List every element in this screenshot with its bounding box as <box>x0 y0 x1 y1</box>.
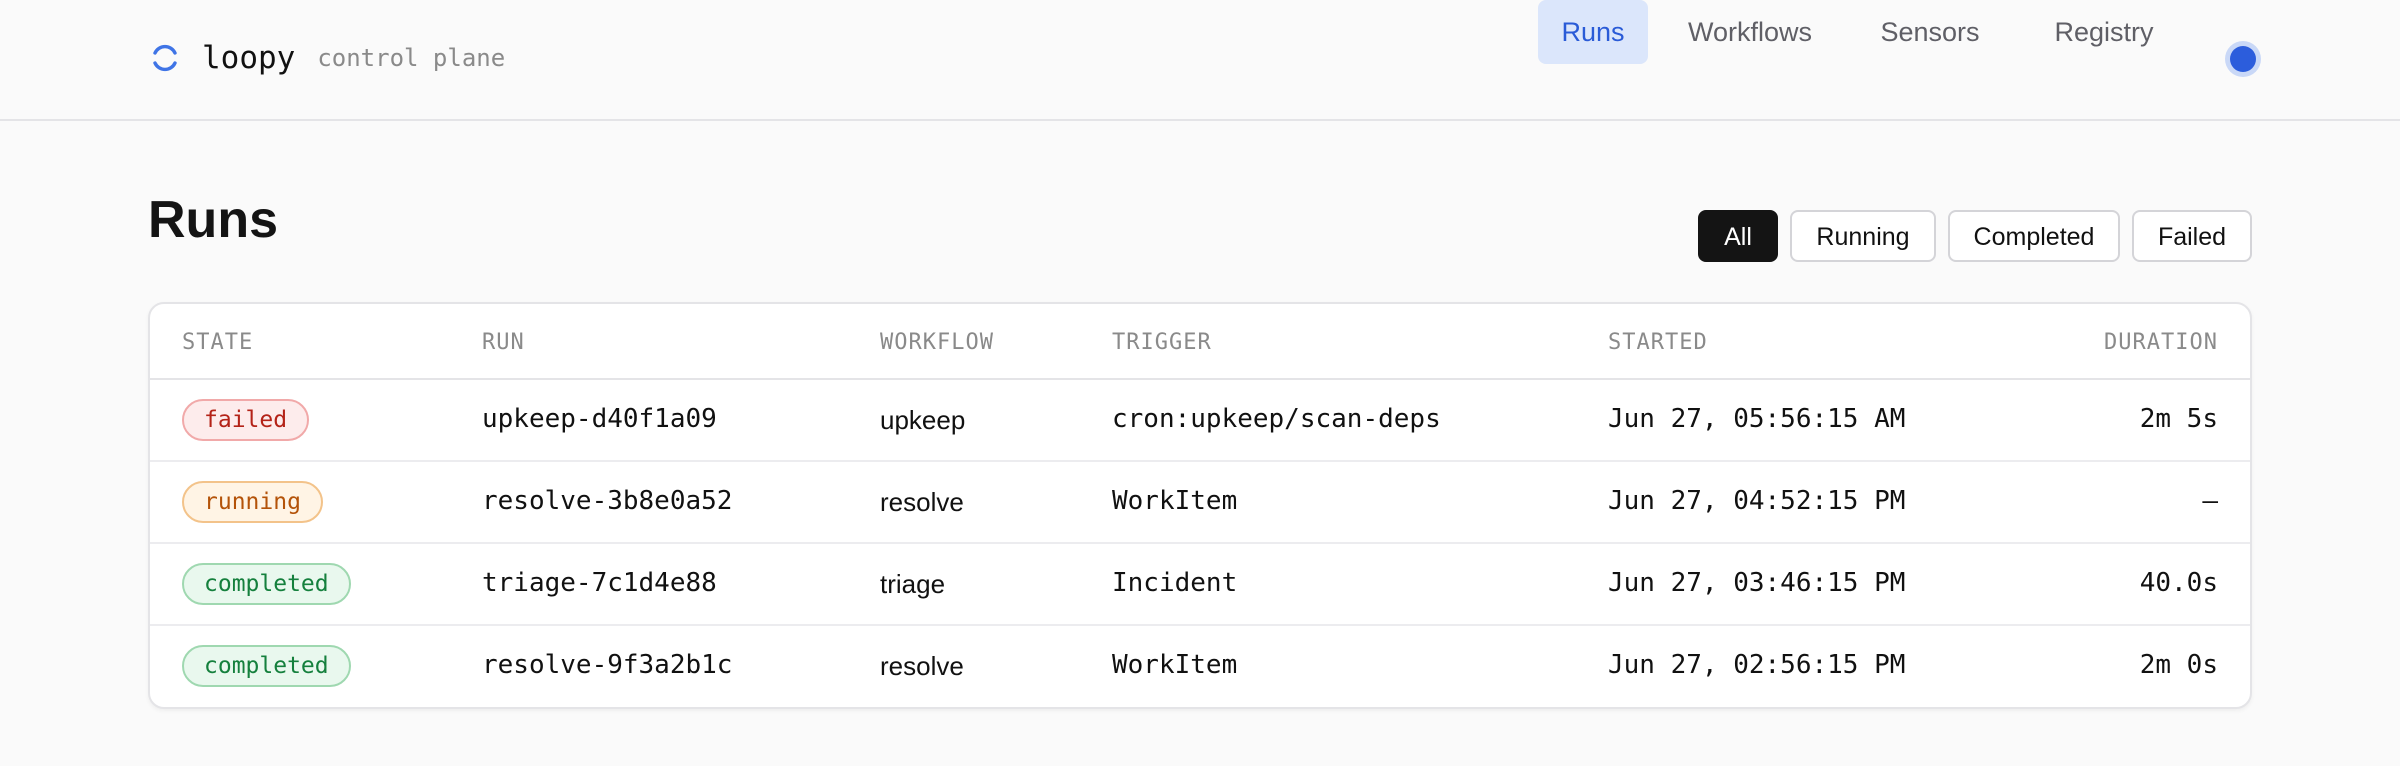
connection-status-indicator <box>2230 46 2256 72</box>
nav-workflows[interactable]: Workflows <box>1662 0 1838 64</box>
column-header-trigger[interactable]: TRIGGER <box>1112 330 1212 355</box>
table-row[interactable]: completed resolve-9f3a2b1c resolve WorkI… <box>150 626 2250 707</box>
table-row[interactable]: running resolve-3b8e0a52 resolve WorkIte… <box>150 462 2250 544</box>
brand-name: loopy <box>202 40 296 76</box>
status-badge: completed <box>182 563 351 605</box>
top-bar: loopy control plane Runs Workflows Senso… <box>0 0 2400 121</box>
filter-failed-button[interactable]: Failed <box>2132 210 2252 262</box>
nav-registry[interactable]: Registry <box>2028 0 2180 64</box>
workflow-name: resolve <box>880 651 964 681</box>
table-row[interactable]: completed triage-7c1d4e88 triage Inciden… <box>150 544 2250 626</box>
filter-all-button[interactable]: All <box>1698 210 1778 262</box>
duration: — <box>2202 486 2218 516</box>
trigger: cron:upkeep/scan-deps <box>1112 404 1441 434</box>
run-id[interactable]: triage-7c1d4e88 <box>482 568 717 598</box>
table-row[interactable]: failed upkeep-d40f1a09 upkeep cron:upkee… <box>150 380 2250 462</box>
started-time: Jun 27, 04:52:15 PM <box>1608 486 1906 516</box>
brand[interactable]: loopy control plane <box>148 36 505 80</box>
workflow-name: upkeep <box>880 405 966 435</box>
duration: 2m 5s <box>2139 404 2218 434</box>
column-header-started[interactable]: STARTED <box>1608 330 1708 355</box>
run-id[interactable]: resolve-9f3a2b1c <box>482 650 732 680</box>
run-id[interactable]: upkeep-d40f1a09 <box>482 404 717 434</box>
brand-subtitle: control plane <box>317 44 506 72</box>
workflow-name: triage <box>880 569 946 599</box>
started-time: Jun 27, 05:56:15 AM <box>1608 404 1906 434</box>
status-badge: completed <box>182 645 351 687</box>
column-header-run[interactable]: RUN <box>482 330 525 355</box>
column-header-state[interactable]: STATE <box>182 330 253 355</box>
started-time: Jun 27, 02:56:15 PM <box>1608 650 1906 680</box>
run-id[interactable]: resolve-3b8e0a52 <box>482 486 732 516</box>
column-header-workflow[interactable]: WORKFLOW <box>880 330 994 355</box>
table-header: STATE RUN WORKFLOW TRIGGER STARTED DURAT… <box>150 304 2250 380</box>
started-time: Jun 27, 03:46:15 PM <box>1608 568 1906 598</box>
duration: 2m 0s <box>2139 650 2218 680</box>
column-header-duration[interactable]: DURATION <box>2104 330 2218 355</box>
runs-table: STATE RUN WORKFLOW TRIGGER STARTED DURAT… <box>148 302 2252 709</box>
nav-sensors[interactable]: Sensors <box>1862 0 1998 64</box>
filter-running-button[interactable]: Running <box>1790 210 1936 262</box>
trigger: Incident <box>1112 568 1238 598</box>
duration: 40.0s <box>2139 568 2218 598</box>
nav-runs[interactable]: Runs <box>1538 0 1648 64</box>
page-title: Runs <box>148 191 278 249</box>
workflow-name: resolve <box>880 487 964 517</box>
trigger: WorkItem <box>1112 486 1238 516</box>
status-badge: failed <box>182 399 310 441</box>
filter-completed-button[interactable]: Completed <box>1948 210 2120 262</box>
status-badge: running <box>182 481 323 523</box>
loop-logo-icon <box>148 41 182 75</box>
trigger: WorkItem <box>1112 650 1238 680</box>
